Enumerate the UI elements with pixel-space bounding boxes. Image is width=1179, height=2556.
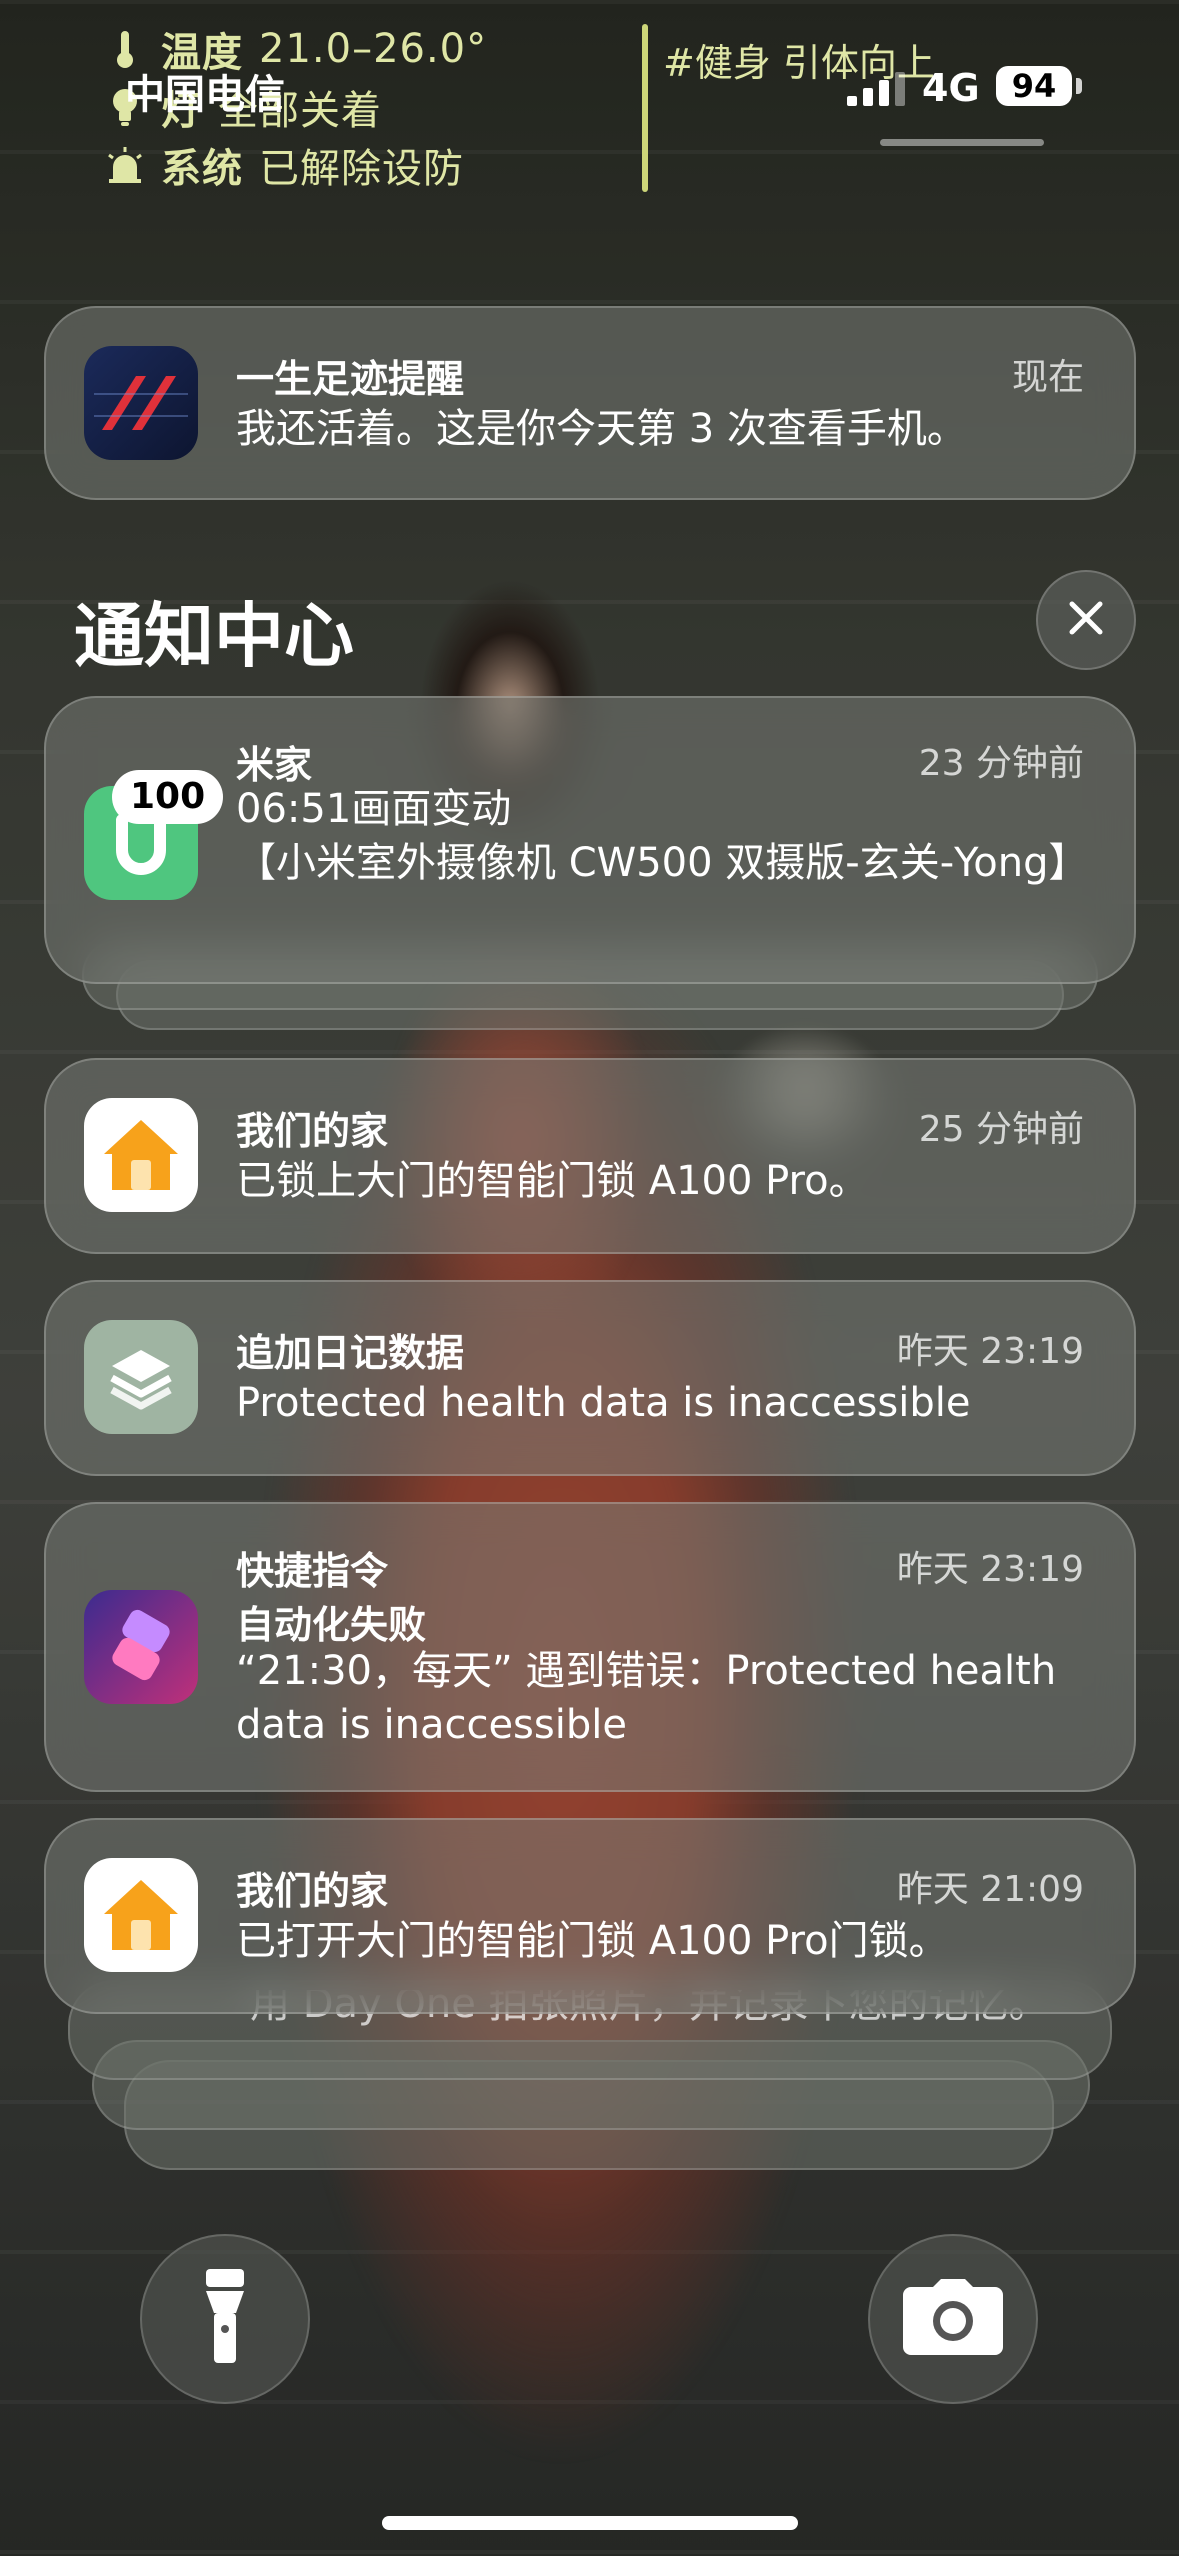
notification-footprint[interactable]: 一生足迹提醒 现在 我还活着。这是你今天第 3 次查看手机。 (44, 306, 1136, 500)
notification-title: 快捷指令 (236, 1549, 389, 1593)
carrier-label: 中国电信 (125, 72, 285, 118)
widget-row-security: 系统 已解除设防 (105, 136, 464, 194)
close-icon (1066, 598, 1106, 642)
network-type: 4G (922, 66, 980, 110)
home-indicator[interactable] (382, 2516, 798, 2530)
notification-home-lock[interactable]: 我们的家 25 分钟前 已锁上大门的智能门锁 A100 Pro。 (44, 1058, 1136, 1254)
notification-body: 06:51画面变动 【小米室外摄像机 CW500 双摄版-玄关-Yong】 (236, 786, 1089, 886)
notification-body: 已打开大门的智能门锁 A100 Pro门锁。 (236, 1918, 949, 1964)
notification-time: 昨天 23:19 (896, 1331, 1084, 1372)
notification-body: 已锁上大门的智能门锁 A100 Pro。 (236, 1158, 869, 1204)
widget-key: 系统 (161, 146, 243, 192)
battery-nub (1076, 78, 1082, 94)
notification-count-badge: 100 (112, 770, 224, 824)
layers-app-icon (84, 1320, 198, 1434)
clear-notifications-button[interactable] (1036, 570, 1136, 670)
camera-button[interactable] (868, 2234, 1038, 2404)
alarm-icon (105, 145, 145, 185)
flashlight-icon (202, 2267, 248, 2371)
notification-time: 23 分钟前 (918, 743, 1084, 784)
notification-title: 一生足迹提醒 (236, 357, 465, 401)
notification-center-title: 通知中心 (74, 595, 354, 677)
notification-subtitle: 自动化失败 (236, 1603, 427, 1647)
battery-indicator: 94 (996, 66, 1072, 106)
notification-shortcuts[interactable]: 快捷指令 自动化失败 昨天 23:19 “21:30，每天” 遇到错误：Prot… (44, 1502, 1136, 1792)
notification-time: 昨天 23:19 (896, 1549, 1084, 1590)
notification-title: 我们的家 (236, 1109, 389, 1153)
widget-value: 已解除设防 (259, 146, 464, 192)
notification-title: 米家 (236, 743, 313, 787)
notification-mijia[interactable]: 米家 23 分钟前 06:51画面变动 【小米室外摄像机 CW500 双摄版-玄… (44, 696, 1136, 984)
notification-body: Protected health data is inaccessible (236, 1380, 971, 1426)
camera-icon (903, 2279, 1003, 2359)
widget-divider (642, 24, 648, 192)
footprint-app-icon (84, 346, 198, 460)
notification-home-unlock[interactable]: 我们的家 昨天 21:09 已打开大门的智能门锁 A100 Pro门锁。 (44, 1818, 1136, 2014)
shortcuts-app-icon (84, 1590, 198, 1704)
widget-value: 21.0–26.0° (259, 26, 488, 72)
notification-time: 25 分钟前 (918, 1109, 1084, 1150)
notification-title: 我们的家 (236, 1869, 389, 1913)
notification-time: 昨天 21:09 (896, 1869, 1084, 1910)
notification-body: 我还活着。这是你今天第 3 次查看手机。 (236, 406, 967, 452)
home-app-icon (84, 1098, 198, 1212)
status-handle (880, 139, 1044, 146)
flashlight-button[interactable] (140, 2234, 310, 2404)
notification-journal[interactable]: 追加日记数据 昨天 23:19 Protected health data is… (44, 1280, 1136, 1476)
notification-title: 追加日记数据 (236, 1331, 465, 1375)
notification-time: 现在 (1011, 357, 1084, 398)
signal-icon (847, 72, 911, 110)
home-app-icon (84, 1858, 198, 1972)
notification-body: “21:30，每天” 遇到错误：Protected health data is… (236, 1648, 1057, 1748)
